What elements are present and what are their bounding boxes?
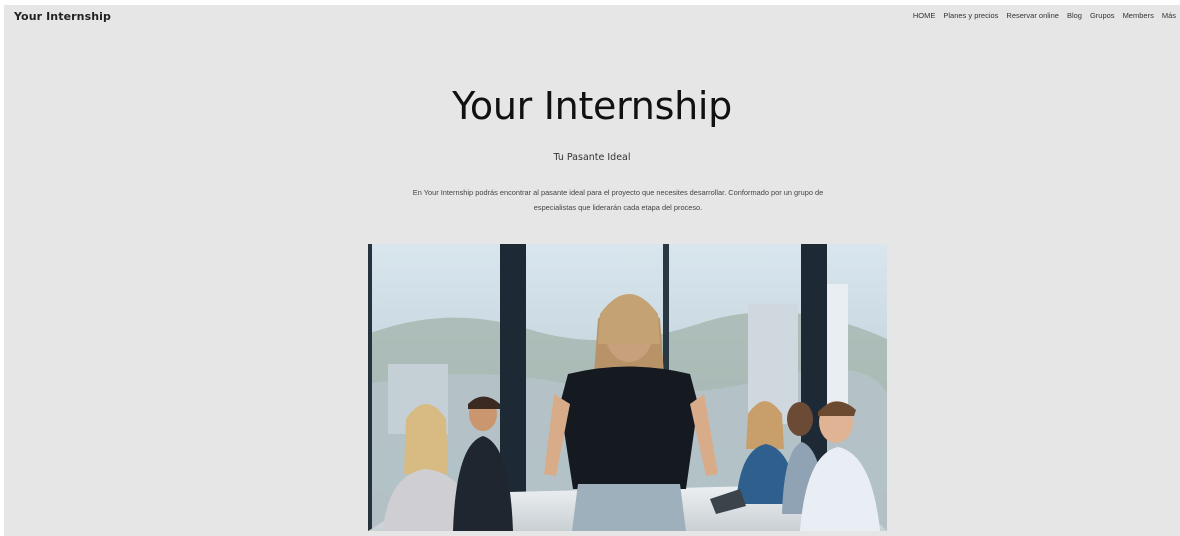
nav-plans-pricing[interactable]: Planes y precios [943,11,998,20]
nav-more[interactable]: Más [1162,11,1176,20]
nav-groups[interactable]: Grupos [1090,11,1115,20]
hero-title: Your Internship [452,84,732,128]
main-navigation: HOME Planes y precios Reservar online Bl… [913,11,1176,20]
hero-subtitle: Tu Pasante Ideal [553,152,631,163]
nav-blog[interactable]: Blog [1067,11,1082,20]
site-logo-text[interactable]: Your Internship [14,10,111,23]
website-page: Your Internship HOME Planes y precios Re… [4,5,1180,536]
nav-book-online[interactable]: Reservar online [1006,11,1059,20]
hero-meeting-photo [368,244,887,531]
site-header: Your Internship HOME Planes y precios Re… [4,5,1180,29]
hero-description: En Your Internship podrás encontrar al p… [412,188,824,212]
nav-home[interactable]: HOME [913,11,936,20]
meeting-illustration [368,244,887,531]
nav-members[interactable]: Members [1123,11,1154,20]
